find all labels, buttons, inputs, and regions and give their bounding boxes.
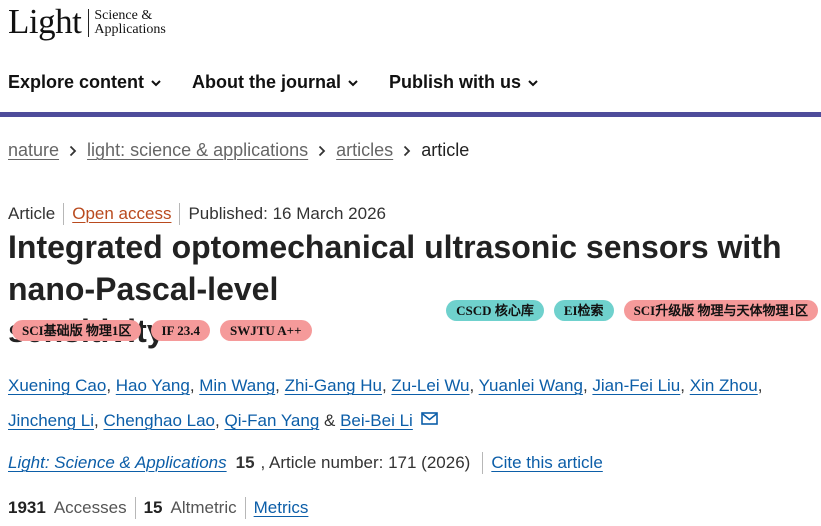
author-link[interactable]: Jincheng Li xyxy=(8,411,94,430)
accesses-count: 1931 xyxy=(8,498,46,517)
author-link[interactable]: Bei-Bei Li xyxy=(340,411,413,430)
chevron-down-icon xyxy=(528,79,538,86)
author-link[interactable]: Chenghao Lao xyxy=(103,411,215,430)
breadcrumb-journal[interactable]: light: science & applications xyxy=(87,140,308,161)
article-type: Article xyxy=(8,204,56,223)
breadcrumb-articles[interactable]: articles xyxy=(336,140,393,161)
author-link[interactable]: Zu-Lei Wu xyxy=(391,376,469,395)
metrics-divider xyxy=(134,497,136,519)
logo-word: Light xyxy=(8,2,82,41)
chevron-right-icon xyxy=(319,145,326,156)
open-access-link[interactable]: Open access xyxy=(72,204,171,224)
author-link[interactable]: Hao Yang xyxy=(116,376,190,395)
author-separator: , xyxy=(757,376,763,395)
chevron-right-icon xyxy=(404,145,411,156)
author-link[interactable]: Xuening Cao xyxy=(8,376,106,395)
metrics-link[interactable]: Metrics xyxy=(254,498,309,518)
journal-name-link[interactable]: Light: Science & Applications xyxy=(8,453,227,473)
breadcrumb-current: article xyxy=(421,140,470,160)
author-link[interactable]: Qi-Fan Yang xyxy=(224,411,319,430)
author-separator: , xyxy=(189,376,200,395)
nav-accent-bar xyxy=(0,112,821,117)
chevron-down-icon xyxy=(151,79,161,86)
chevron-down-icon xyxy=(348,79,358,86)
article-metrics: 1931 Accesses 15 Altmetric Metrics xyxy=(8,497,308,519)
author-separator: , xyxy=(680,376,690,395)
chevron-right-icon xyxy=(69,145,77,156)
author-link[interactable]: Yuanlei Wang xyxy=(479,376,583,395)
author-link[interactable]: Jian-Fei Liu xyxy=(592,376,680,395)
logo-subtitle: Science & Applications xyxy=(94,9,166,37)
author-link[interactable]: Xin Zhou xyxy=(690,376,758,395)
nav-publish-with-us[interactable]: Publish with us xyxy=(389,72,539,93)
author-separator: , xyxy=(106,376,116,395)
journal-citation: Light: Science & Applications 15 , Artic… xyxy=(8,452,603,474)
nav-explore-content[interactable]: Explore content xyxy=(8,72,162,93)
author-separator: , xyxy=(582,376,593,395)
mail-icon[interactable] xyxy=(420,412,438,425)
accesses-label: Accesses xyxy=(53,498,127,517)
meta-divider xyxy=(63,203,65,225)
badge-row: SCI基础版 物理1区 IF 23.4 SWJTU A++ xyxy=(12,320,312,341)
author-separator: & xyxy=(319,411,341,430)
nav-about-journal-label: About the journal xyxy=(192,72,342,92)
journal-logo[interactable]: Light Science & Applications xyxy=(8,3,166,41)
badge-impact-factor: IF 23.4 xyxy=(151,320,210,341)
badge-sci-basic: SCI基础版 物理1区 xyxy=(12,320,142,341)
badge-ei: EI检索 xyxy=(553,299,614,321)
nav-publish-with-us-label: Publish with us xyxy=(389,72,522,92)
main-nav: Explore content About the journal Publis… xyxy=(8,72,569,93)
meta-divider xyxy=(179,203,181,225)
article-meta: Article Open access Published: 16 March … xyxy=(8,203,386,225)
author-separator: , xyxy=(469,376,479,395)
breadcrumb-nature[interactable]: nature xyxy=(8,140,59,161)
author-separator: , xyxy=(381,376,392,395)
badge-swjtu: SWJTU A++ xyxy=(219,320,312,341)
author-separator: , xyxy=(275,376,285,395)
logo-divider xyxy=(88,9,90,37)
badge-sci-upgrade: SCI升级版 物理与天体物理1区 xyxy=(623,299,818,321)
nav-explore-content-label: Explore content xyxy=(8,72,145,92)
badge-cscd: CSCD 核心库 xyxy=(446,299,544,321)
altmetric-label: Altmetric xyxy=(170,498,237,517)
logo-subtitle-line2: Applications xyxy=(94,22,166,37)
cite-this-article-link[interactable]: Cite this article xyxy=(491,453,602,473)
author-link[interactable]: Min Wang xyxy=(199,376,275,395)
published-date: Published: 16 March 2026 xyxy=(188,204,386,223)
nav-about-journal[interactable]: About the journal xyxy=(192,72,359,93)
breadcrumb: nature light: science & applications art… xyxy=(8,140,469,161)
author-link[interactable]: Zhi-Gang Hu xyxy=(285,376,382,395)
metrics-divider xyxy=(244,497,246,519)
author-list: Xuening Cao, Hao Yang, Min Wang, Zhi-Gan… xyxy=(8,368,813,438)
citation-divider xyxy=(482,452,484,474)
article-title-line1: Integrated optomechanical ultrasonic sen… xyxy=(8,229,782,265)
journal-volume: 15 xyxy=(235,453,255,472)
logo-subtitle-line1: Science & xyxy=(94,8,153,23)
altmetric-count: 15 xyxy=(143,498,163,517)
article-number: , Article number: 171 (2026) xyxy=(260,453,471,472)
